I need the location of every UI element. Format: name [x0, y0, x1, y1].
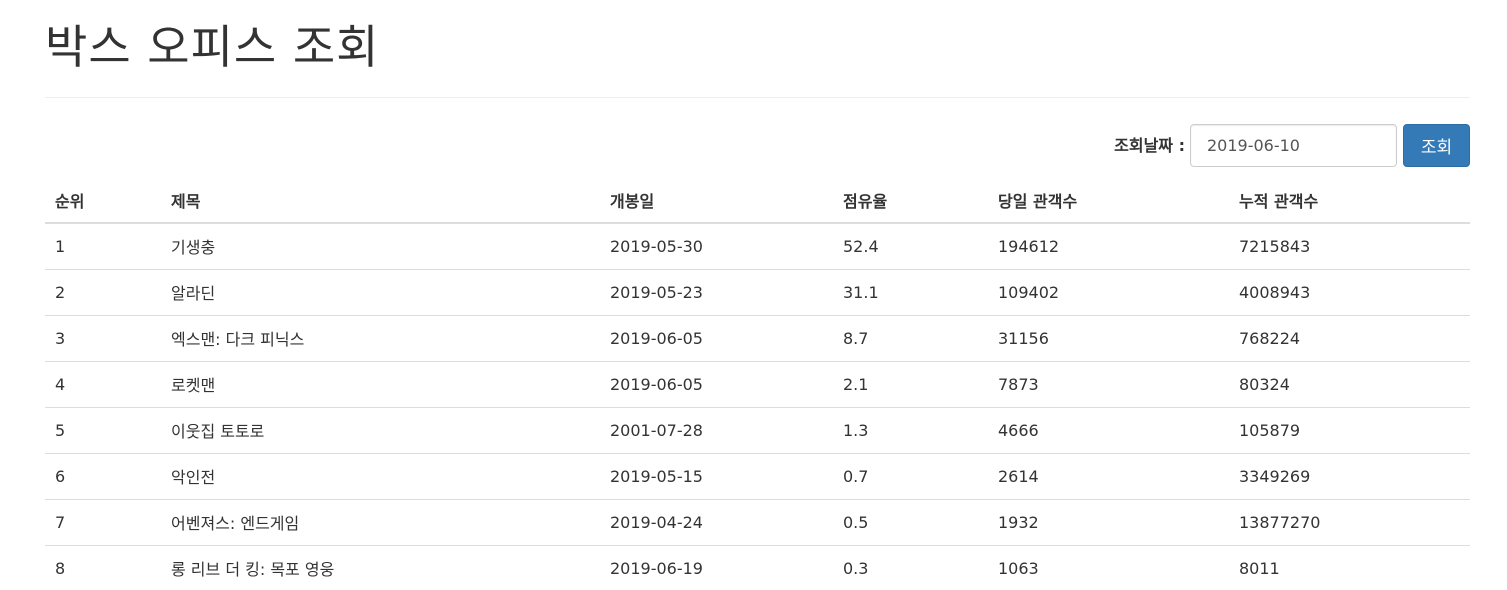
cell-rank: 8 — [55, 558, 66, 578]
cell-title: 엑스맨: 다크 피닉스 — [161, 315, 600, 362]
cell-share: 1.3 — [833, 407, 988, 454]
cell-rank: 2 — [45, 269, 161, 316]
cell-share: 31.1 — [833, 269, 988, 316]
cell-open-date: 2019-06-05 — [600, 315, 833, 362]
cell-rank: 1 — [45, 223, 161, 270]
box-office-table-container: 순위 제목 개봉일 점유율 당일 관객수 누적 관객수 1 기생충 2019-0… — [45, 177, 1470, 590]
cell-share: 8.7 — [833, 315, 988, 362]
box-office-table: 순위 제목 개봉일 점유율 당일 관객수 누적 관객수 1 기생충 2019-0… — [45, 177, 1470, 590]
title-divider — [45, 97, 1470, 98]
table-row: 6 악인전 2019-05-15 0.7 2614 3349269 — [45, 453, 1470, 500]
cell-open-date: 2019-05-23 — [600, 269, 833, 316]
cell-total-audience: 105879 — [1229, 407, 1470, 454]
cell-total-audience: 13877270 — [1229, 499, 1470, 546]
cell-title: 알라딘 — [161, 269, 600, 316]
header-total-audience: 누적 관객수 — [1229, 177, 1470, 224]
date-search-form: 조회날짜 : 조회 — [1114, 124, 1470, 167]
cell-title: 어벤져스: 엔드게임 — [161, 499, 600, 546]
cell-daily-audience: 2614 — [988, 453, 1229, 500]
table-header: 순위 제목 개봉일 점유율 당일 관객수 누적 관객수 — [45, 177, 1470, 224]
table-row: 7 어벤져스: 엔드게임 2019-04-24 0.5 1932 1387727… — [45, 499, 1470, 546]
cell-open-date: 2001-07-28 — [600, 407, 833, 454]
cell-share: 0.7 — [833, 453, 988, 500]
header-rank: 순위 — [45, 177, 161, 224]
header-share: 점유율 — [833, 177, 988, 224]
cell-share: 2.1 — [833, 361, 988, 408]
table-row: 5 이웃집 토토로 2001-07-28 1.3 4666 105879 — [45, 407, 1470, 454]
cell-total-audience: 7215843 — [1229, 223, 1470, 270]
cell-open-date: 2019-04-24 — [600, 499, 833, 546]
table-row: 3 엑스맨: 다크 피닉스 2019-06-05 8.7 31156 76822… — [45, 315, 1470, 362]
cell-daily-audience: 194612 — [988, 223, 1229, 270]
cell-total-audience: 80324 — [1229, 361, 1470, 408]
table-row: 4 로켓맨 2019-06-05 2.1 7873 80324 — [45, 361, 1470, 408]
cell-open-date: 2019-06-19 — [610, 558, 703, 578]
header-daily-audience: 당일 관객수 — [988, 177, 1229, 224]
cell-rank: 3 — [45, 315, 161, 362]
cell-daily-audience: 31156 — [988, 315, 1229, 362]
cell-share: 52.4 — [833, 223, 988, 270]
table-row: 2 알라딘 2019-05-23 31.1 109402 4008943 — [45, 269, 1470, 316]
cell-daily-audience: 7873 — [988, 361, 1229, 408]
cell-daily-audience: 109402 — [988, 269, 1229, 316]
cell-share: 0.5 — [833, 499, 988, 546]
cell-share: 0.3 — [843, 558, 869, 578]
cell-rank: 7 — [45, 499, 161, 546]
cell-daily-audience: 1932 — [988, 499, 1229, 546]
cell-total-audience: 4008943 — [1229, 269, 1470, 316]
cell-total-audience: 768224 — [1229, 315, 1470, 362]
header-open-date: 개봉일 — [600, 177, 833, 224]
cell-rank: 6 — [45, 453, 161, 500]
search-date-input[interactable] — [1190, 124, 1397, 167]
table-row: 1 기생충 2019-05-30 52.4 194612 7215843 — [45, 223, 1470, 270]
cell-title: 악인전 — [161, 453, 600, 500]
box-office-page: 박스 오피스 조회 조회날짜 : 조회 순위 제목 개봉일 점유율 당일 관객수… — [0, 0, 1507, 590]
cell-rank: 4 — [45, 361, 161, 408]
table-header-row: 순위 제목 개봉일 점유율 당일 관객수 누적 관객수 — [45, 177, 1470, 224]
table-body: 1 기생충 2019-05-30 52.4 194612 7215843 2 알… — [45, 223, 1470, 590]
cell-title: 롱 리브 더 킹: 목포 영웅 — [171, 560, 335, 580]
cell-open-date: 2019-06-05 — [600, 361, 833, 408]
search-date-label: 조회날짜 : — [1114, 135, 1185, 155]
page-title: 박스 오피스 조회 — [45, 20, 380, 74]
table-row: 8 롱 리브 더 킹: 목포 영웅 2019-06-19 0.3 1063 80… — [45, 545, 1470, 590]
cell-daily-audience: 1063 — [998, 558, 1039, 578]
cell-open-date: 2019-05-30 — [600, 223, 833, 270]
cell-rank: 5 — [45, 407, 161, 454]
cell-title: 기생충 — [161, 223, 600, 270]
cell-total-audience: 8011 — [1239, 558, 1280, 578]
cell-open-date: 2019-05-15 — [600, 453, 833, 500]
cell-title: 로켓맨 — [161, 361, 600, 408]
cell-total-audience: 3349269 — [1229, 453, 1470, 500]
header-title: 제목 — [161, 177, 600, 224]
cell-daily-audience: 4666 — [988, 407, 1229, 454]
search-button[interactable]: 조회 — [1403, 124, 1470, 167]
cell-title: 이웃집 토토로 — [161, 407, 600, 454]
